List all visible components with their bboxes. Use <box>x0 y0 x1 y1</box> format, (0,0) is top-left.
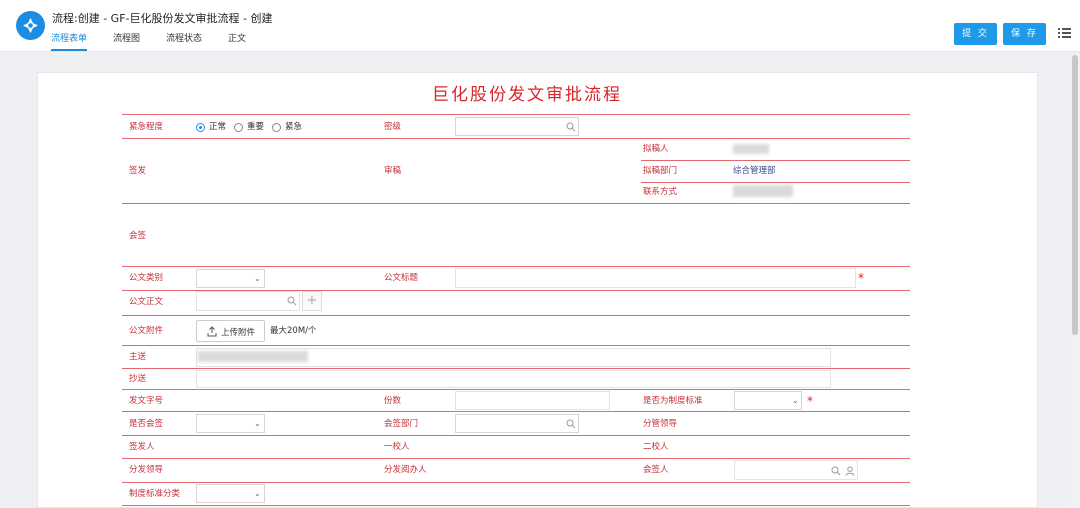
upload-attachment-button[interactable]: 上传附件 <box>196 320 265 342</box>
app-logo <box>16 11 45 40</box>
form-divider <box>122 266 910 267</box>
tab-form[interactable]: 流程表单 <box>51 31 88 51</box>
chevron-down-icon: ⌄ <box>254 489 261 498</box>
main-send-value-redacted <box>198 351 308 362</box>
main-send-label: 主送 <box>129 352 147 362</box>
submit-button[interactable]: 提 交 <box>954 23 997 45</box>
dist-leader-label: 分发领导 <box>129 465 164 475</box>
tab-flowchart[interactable]: 流程图 <box>113 31 140 51</box>
issuer-label: 签发人 <box>129 442 155 452</box>
form-divider <box>122 435 910 436</box>
is-standard-select[interactable]: ⌄ <box>734 391 802 410</box>
search-icon <box>566 122 576 132</box>
search-icon <box>831 466 841 476</box>
urgency-option-important: 重要 <box>247 122 265 132</box>
contact-value-redacted <box>733 185 793 197</box>
doc-type-label: 公文类别 <box>129 273 164 283</box>
form-divider <box>122 505 910 506</box>
form-divider <box>122 203 910 204</box>
standard-category-label: 制度标准分类 <box>129 489 181 499</box>
secret-select[interactable] <box>455 117 579 136</box>
doc-body-input[interactable] <box>196 291 300 311</box>
urgency-radio-normal[interactable] <box>196 123 205 132</box>
form-title: 巨化股份发文审批流程 <box>432 85 622 105</box>
form-divider <box>122 345 910 346</box>
dist-reader-label: 分发阅办人 <box>384 465 427 475</box>
form-divider <box>122 482 910 483</box>
chevron-down-icon: ⌄ <box>792 396 799 405</box>
countersigner-input[interactable] <box>734 460 858 480</box>
form-divider <box>122 411 910 412</box>
drafter-label: 拟稿人 <box>643 144 669 154</box>
search-icon <box>566 419 576 429</box>
is-countersign-label: 是否会签 <box>129 419 164 429</box>
top-bar: 流程:创建 - GF-巨化股份发文审批流程 - 创建 流程表单 流程图 流程状态… <box>0 0 1080 52</box>
countersign-dept-label: 会签部门 <box>384 419 419 429</box>
is-countersign-select[interactable]: ⌄ <box>196 414 265 433</box>
standard-category-select[interactable]: ⌄ <box>196 484 265 503</box>
doc-number-label: 发文字号 <box>129 396 164 406</box>
doc-body-label: 公文正文 <box>129 297 164 307</box>
is-standard-label: 是否为制度标准 <box>643 396 703 406</box>
sign-issue-label: 签发 <box>129 166 147 176</box>
draft-dept-label: 拟稿部门 <box>643 166 678 176</box>
chevron-down-icon: ⌄ <box>254 419 261 428</box>
form-divider <box>122 315 910 316</box>
tab-body[interactable]: 正文 <box>228 31 246 51</box>
tab-status[interactable]: 流程状态 <box>166 31 202 51</box>
review-label: 审稿 <box>384 166 402 176</box>
required-marker: * <box>807 394 813 408</box>
add-body-button[interactable]: + <box>302 291 322 311</box>
upload-icon <box>207 326 217 337</box>
drafter-value-redacted <box>733 144 769 154</box>
plus-icon: + <box>306 293 318 308</box>
search-icon <box>287 296 297 306</box>
user-icon[interactable] <box>845 466 855 476</box>
form-divider <box>122 368 910 369</box>
chevron-down-icon: ⌄ <box>254 274 261 283</box>
form-divider <box>122 138 910 139</box>
urgency-radio-urgent[interactable] <box>272 123 281 132</box>
doc-type-select[interactable]: ⌄ <box>196 269 265 288</box>
doc-title-input[interactable] <box>455 268 856 288</box>
form-divider <box>122 389 910 390</box>
proof-one-label: 一校人 <box>384 442 410 452</box>
draft-dept-value: 综合管理部 <box>733 166 776 176</box>
scrollbar-thumb[interactable] <box>1072 55 1078 335</box>
doc-title-label: 公文标题 <box>384 273 419 283</box>
upload-label: 上传附件 <box>221 328 256 338</box>
menu-icon[interactable] <box>1058 27 1071 39</box>
copies-input[interactable] <box>455 391 610 410</box>
urgency-label: 紧急程度 <box>129 122 164 132</box>
countersigner-label: 会签人 <box>643 465 669 475</box>
form-divider <box>641 160 910 161</box>
copies-label: 份数 <box>384 396 402 406</box>
urgency-radio-important[interactable] <box>234 123 243 132</box>
contact-label: 联系方式 <box>643 187 678 197</box>
countersign-label: 会签 <box>129 231 147 241</box>
form-divider <box>122 458 910 459</box>
urgency-option-normal: 正常 <box>209 122 227 132</box>
cc-input[interactable] <box>196 370 831 388</box>
upload-limit: 最大20M/个 <box>270 326 317 336</box>
cc-label: 抄送 <box>129 374 147 384</box>
required-marker: * <box>858 271 864 285</box>
window-title: 流程:创建 - GF-巨化股份发文审批流程 - 创建 <box>52 12 273 25</box>
save-button[interactable]: 保 存 <box>1003 23 1046 45</box>
form-divider <box>122 114 910 115</box>
proof-two-label: 二校人 <box>643 442 669 452</box>
secret-label: 密级 <box>384 122 402 132</box>
countersign-dept-select[interactable] <box>455 414 579 433</box>
leader-in-charge-label: 分管领导 <box>643 419 678 429</box>
urgency-option-urgent: 紧急 <box>285 122 303 132</box>
form-divider <box>641 182 910 183</box>
attachment-label: 公文附件 <box>129 326 164 336</box>
